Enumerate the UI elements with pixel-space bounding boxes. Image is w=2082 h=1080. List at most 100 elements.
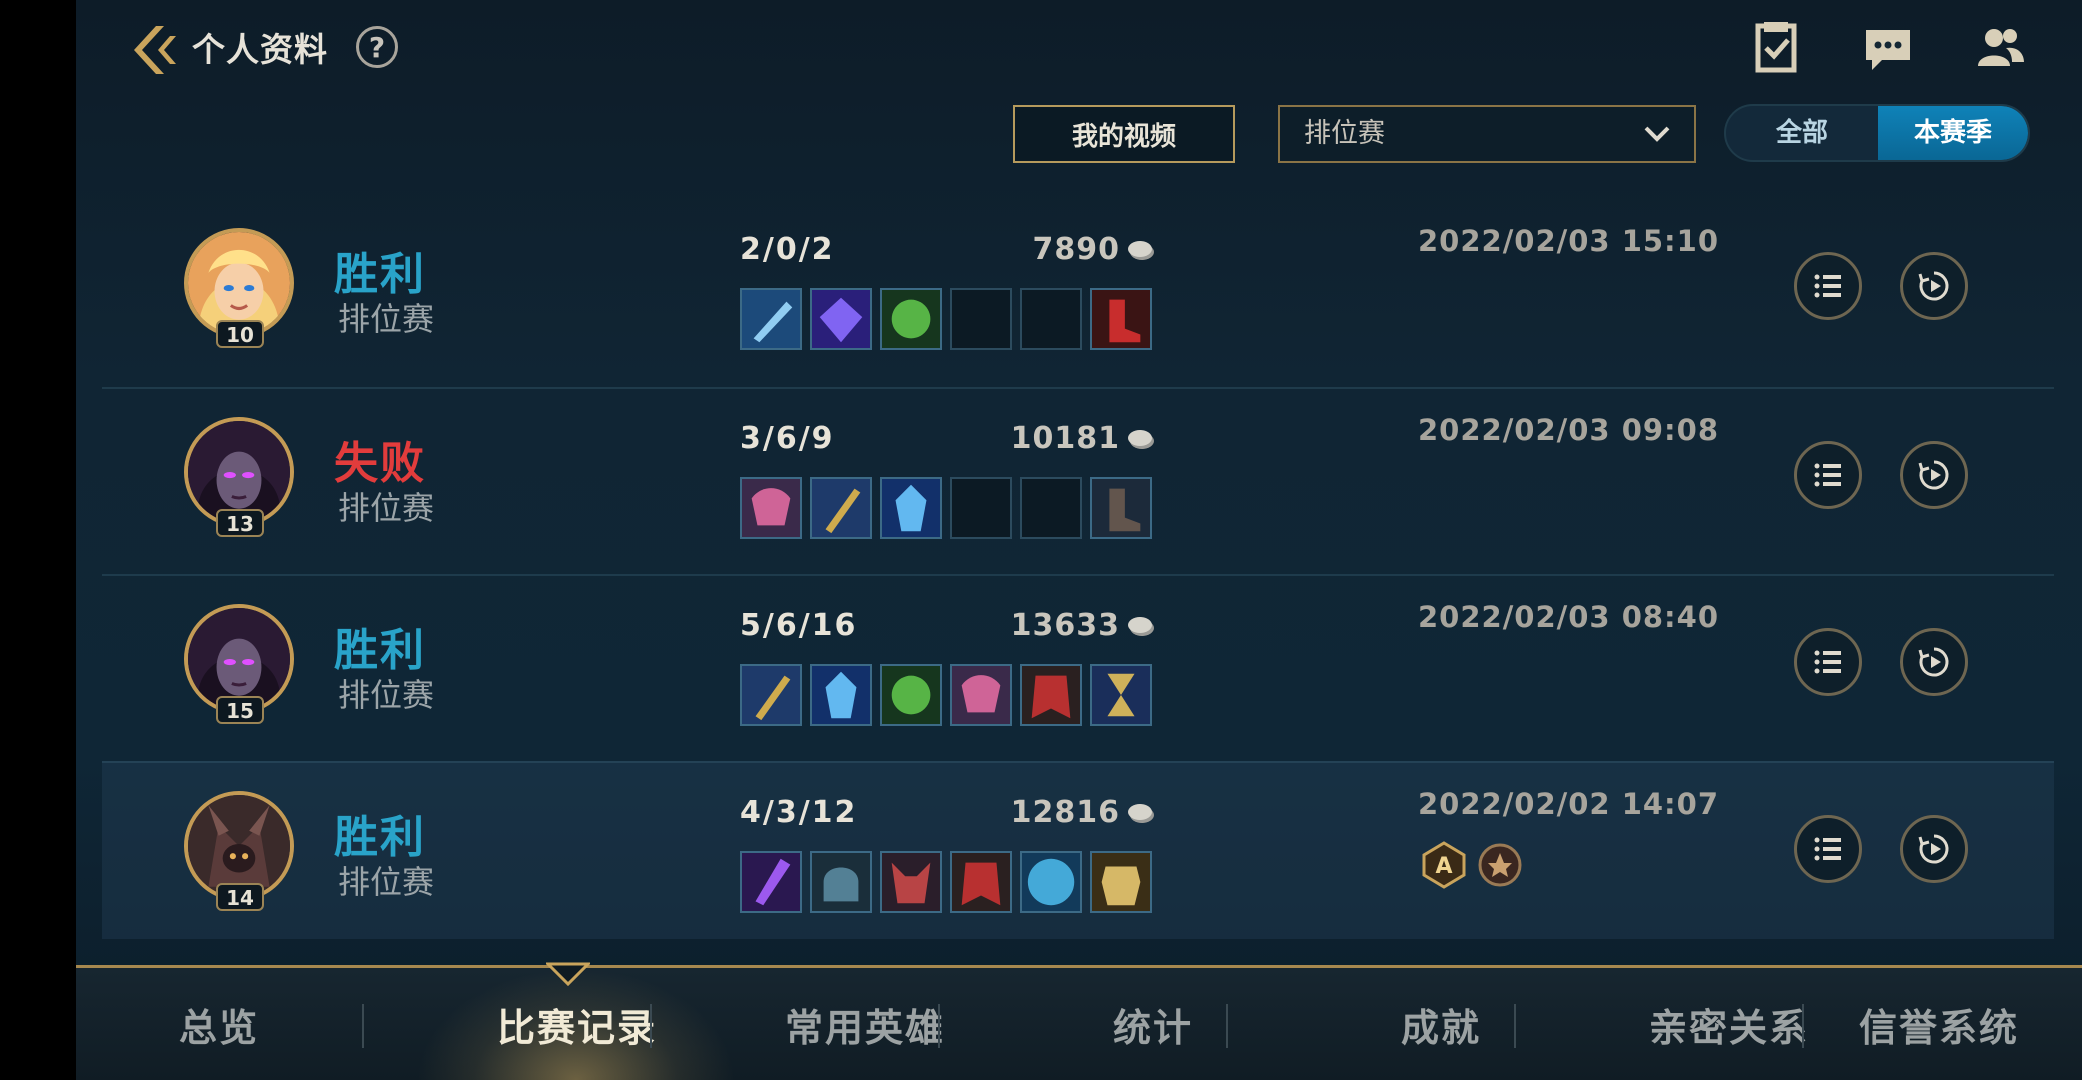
champion-level-badge: 14 (216, 883, 264, 911)
help-icon[interactable]: ? (356, 26, 398, 68)
kda-score: 5/6/16 (740, 608, 858, 643)
match-detail-button[interactable] (1794, 628, 1862, 696)
chat-icon[interactable] (1860, 20, 1916, 76)
season-option-current[interactable]: 本赛季 (1878, 106, 2028, 160)
tab-divider (938, 1004, 940, 1048)
champion-level-badge: 15 (216, 696, 264, 724)
ice-shard-item-icon[interactable] (880, 477, 942, 539)
tab-common-heroes[interactable]: 常用英雄 (722, 968, 1008, 1080)
match-detail-button[interactable] (1794, 815, 1862, 883)
dark-helm-item-icon[interactable] (810, 851, 872, 913)
match-mode: 排位赛 (338, 300, 435, 338)
pink-mask-item-icon[interactable] (950, 664, 1012, 726)
crystal-item-icon[interactable] (810, 288, 872, 350)
replay-icon (1918, 271, 1949, 301)
svg-text:A: A (1435, 854, 1452, 879)
season-option-all[interactable]: 全部 (1726, 106, 1878, 160)
gold-amount: 12816 (1010, 795, 1120, 830)
tab-divider (362, 1004, 364, 1048)
match-replay-button[interactable] (1900, 815, 1968, 883)
match-result: 胜利 (334, 249, 426, 300)
app-root: 个人资料 ? 我的视频 排位赛 全部 本赛季 10 胜利 排位赛 2/0/2 7… (0, 0, 2082, 1080)
gold-amount: 10181 (1010, 421, 1120, 456)
match-datetime: 2022/02/03 15:10 (1418, 224, 1720, 258)
gold-amount: 13633 (1010, 608, 1120, 643)
gold-coin-icon (1126, 614, 1156, 640)
champion-portrait-icon (188, 795, 290, 897)
match-result: 失败 (334, 438, 426, 489)
dark-boots-item-icon[interactable] (1090, 477, 1152, 539)
empty-item-slot[interactable] (950, 477, 1012, 539)
match-row[interactable]: 13 失败 排位赛 3/6/9 10181 2022/02/03 09:08 (102, 387, 2054, 565)
match-datetime: 2022/02/03 09:08 (1418, 413, 1720, 447)
match-detail-button[interactable] (1794, 441, 1862, 509)
list-icon (1814, 837, 1841, 861)
match-mode: 排位赛 (338, 863, 435, 901)
gold-staff-item-icon[interactable] (810, 477, 872, 539)
tab-statistics[interactable]: 统计 (1010, 968, 1296, 1080)
replay-icon (1918, 647, 1949, 677)
list-icon (1814, 274, 1841, 298)
replay-icon (1918, 834, 1949, 864)
blue-shield-item-icon[interactable] (1020, 851, 1082, 913)
champion-level-badge: 13 (216, 509, 264, 537)
green-orb-item-icon[interactable] (880, 664, 942, 726)
tab-achievements[interactable]: 成就 (1298, 968, 1584, 1080)
match-mode: 排位赛 (338, 489, 435, 527)
kda-score: 3/6/9 (740, 421, 835, 456)
tab-divider (650, 1004, 652, 1048)
match-row[interactable]: 15 胜利 排位赛 5/6/16 13633 2022/02/03 08:40 (102, 574, 2054, 752)
match-replay-button[interactable] (1900, 441, 1968, 509)
list-icon (1814, 463, 1841, 487)
task-checklist-icon[interactable] (1748, 20, 1804, 76)
red-cape-item-icon[interactable] (1020, 664, 1082, 726)
champion-portrait-icon (188, 421, 290, 523)
purple-scythe-item-icon[interactable] (740, 851, 802, 913)
gold-amount: 7890 (1032, 232, 1120, 267)
season-toggle[interactable]: 全部 本赛季 (1724, 104, 2030, 162)
rating-a-badge-icon[interactable]: A (1420, 841, 1468, 889)
ice-shard-item-icon[interactable] (810, 664, 872, 726)
gold-armor-item-icon[interactable] (1090, 851, 1152, 913)
mvp-badge-icon[interactable] (1476, 841, 1524, 889)
page-title: 个人资料 (192, 30, 328, 69)
profile-screen: 个人资料 ? 我的视频 排位赛 全部 本赛季 10 胜利 排位赛 2/0/2 7… (76, 0, 2082, 1080)
empty-item-slot[interactable] (950, 288, 1012, 350)
friends-icon[interactable] (1972, 20, 2028, 76)
gold-coin-icon (1126, 238, 1156, 264)
match-row[interactable]: 10 胜利 排位赛 2/0/2 7890 2022/02/03 15:10 (102, 200, 2054, 376)
pink-mask-item-icon[interactable] (740, 477, 802, 539)
champion-level-badge: 10 (216, 320, 264, 348)
red-cape-item-icon[interactable] (950, 851, 1012, 913)
match-datetime: 2022/02/03 08:40 (1418, 600, 1720, 634)
champion-portrait-icon (188, 232, 290, 334)
gold-coin-icon (1126, 427, 1156, 453)
match-detail-button[interactable] (1794, 252, 1862, 320)
hourglass-item-icon[interactable] (1090, 664, 1152, 726)
match-row[interactable]: 14 胜利 排位赛 4/3/12 12816 2022/02/02 14:07 A (102, 761, 2054, 939)
match-replay-button[interactable] (1900, 628, 1968, 696)
empty-item-slot[interactable] (1020, 477, 1082, 539)
empty-item-slot[interactable] (1020, 288, 1082, 350)
my-videos-button[interactable]: 我的视频 (1013, 105, 1235, 163)
back-button[interactable] (122, 20, 182, 80)
tab-divider (1226, 1004, 1228, 1048)
tab-overview[interactable]: 总览 (76, 968, 362, 1080)
list-icon (1814, 650, 1841, 674)
tab-honor-system[interactable]: 信誉系统 (1796, 968, 2082, 1080)
match-result: 胜利 (334, 625, 426, 676)
match-mode: 排位赛 (338, 676, 435, 714)
match-replay-button[interactable] (1900, 252, 1968, 320)
tab-divider (1514, 1004, 1516, 1048)
sword-item-icon[interactable] (740, 288, 802, 350)
green-orb-item-icon[interactable] (880, 288, 942, 350)
gold-staff-item-icon[interactable] (740, 664, 802, 726)
tab-match-history[interactable]: 比赛记录 (434, 968, 720, 1080)
kda-score: 4/3/12 (740, 795, 858, 830)
bottom-nav: 总览 比赛记录 常用英雄 统计 成就 亲密关系 信誉系统 (76, 962, 2082, 1080)
red-horned-item-icon[interactable] (880, 851, 942, 913)
kda-score: 2/0/2 (740, 232, 835, 267)
game-mode-select[interactable]: 排位赛 (1278, 105, 1696, 163)
red-boots-item-icon[interactable] (1090, 288, 1152, 350)
back-arrow-icon (134, 26, 176, 74)
